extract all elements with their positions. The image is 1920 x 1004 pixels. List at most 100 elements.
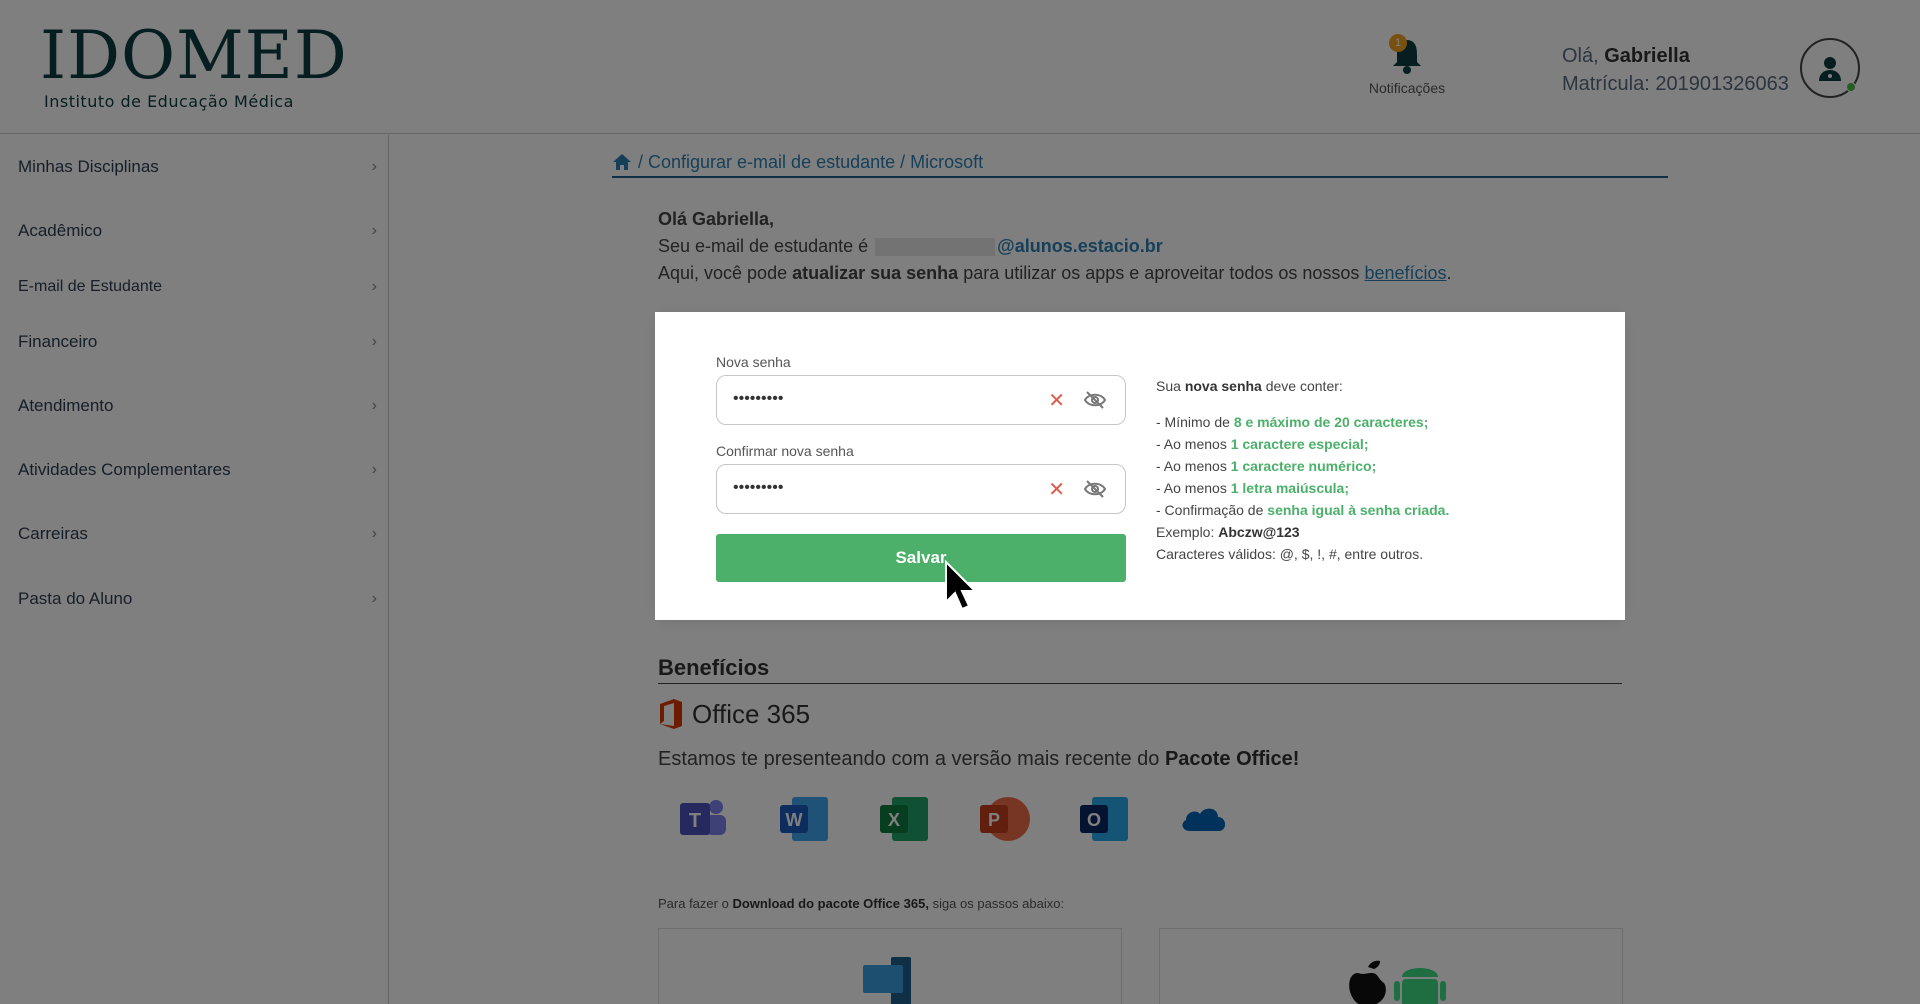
chevron-right-icon: › — [371, 222, 377, 239]
svg-text:W: W — [786, 810, 803, 830]
presente-a: Estamos te presenteando com a versão mai… — [658, 748, 1160, 770]
avatar[interactable] — [1800, 38, 1860, 98]
new-password-label: Nova senha — [716, 354, 791, 370]
new-password-value: ••••••••• — [733, 390, 784, 407]
rule-3-text: - Ao menos — [1156, 458, 1227, 474]
rule-1-text: - Mínimo de — [1156, 414, 1230, 430]
sidebar-item-pasta-aluno[interactable]: Pasta do Aluno › — [0, 579, 389, 619]
confirm-password-input[interactable]: ••••••••• ✕ — [716, 464, 1126, 514]
new-password-input[interactable]: ••••••••• ✕ — [716, 375, 1126, 425]
powerpoint-icon: P — [978, 795, 1030, 843]
clear-icon[interactable]: ✕ — [1048, 477, 1065, 502]
intro-line3-a: Aqui, você pode — [658, 263, 788, 283]
confirm-password-label: Confirmar nova senha — [716, 443, 854, 459]
intro-line3-end: . — [1446, 263, 1452, 283]
chevron-right-icon: › — [371, 590, 377, 607]
example-label: Exemplo: — [1156, 524, 1215, 540]
steps-c: siga os passos abaixo: — [932, 896, 1065, 911]
intro-hello: Olá Gabriella, — [658, 209, 775, 229]
sidebar-item-label: Atendimento — [18, 396, 114, 415]
apple-android-icon — [1349, 960, 1446, 1004]
rule-2-highlight: 1 caractere especial; — [1230, 436, 1369, 452]
rule-3-highlight: 1 caractere numérico; — [1230, 458, 1377, 474]
user-name: Gabriella — [1604, 45, 1690, 67]
rule-4-highlight: 1 letra maiúscula; — [1230, 480, 1349, 496]
intro-line3-b: para utilizar os apps e aproveitar todos… — [963, 263, 1360, 283]
intro-line3-bold: atualizar sua senha — [792, 263, 959, 283]
notification-count-badge: 1 — [1389, 34, 1407, 52]
logo-subtitle: Instituto de Educação Médica — [44, 92, 294, 111]
steps-a: Para fazer o — [658, 896, 729, 911]
notifications-button[interactable]: 1 Notificações — [1362, 32, 1452, 96]
office-apps-row: T W X P O — [678, 795, 1230, 843]
top-header: IDOMED Instituto de Educação Médica 1 No… — [0, 0, 1920, 134]
valid-characters: Caracteres válidos: @, $, !, #, entre ou… — [1156, 546, 1424, 562]
rule-5-highlight: senha igual à senha criada. — [1267, 502, 1450, 518]
sidebar-item-carreiras[interactable]: Carreiras › — [0, 514, 389, 554]
mouse-cursor-icon — [945, 560, 978, 611]
beneficios-link[interactable]: benefícios — [1364, 263, 1446, 283]
greeting-prefix: Olá, — [1562, 45, 1599, 67]
sidebar-item-label: Financeiro — [18, 332, 98, 351]
teams-icon: T — [678, 795, 730, 843]
confirm-password-value: ••••••••• — [733, 479, 784, 496]
rule-1-highlight: 8 e máximo de 20 caracteres; — [1233, 414, 1429, 430]
rules-intro-b: deve conter: — [1265, 378, 1343, 394]
rules-intro-a: Sua — [1156, 378, 1181, 394]
email-username-redacted — [875, 238, 996, 257]
sidebar-item-label: E-mail de Estudante — [18, 278, 163, 295]
user-icon — [1819, 57, 1841, 81]
office-icon — [660, 699, 682, 729]
download-windows-card[interactable] — [658, 928, 1122, 1004]
intro-text: Olá Gabriella, Seu e-mail de estudante é… — [658, 206, 1452, 287]
sidebar-item-atividades-complementares[interactable]: Atividades Complementares › — [0, 450, 389, 490]
sidebar-item-minhas-disciplinas[interactable]: Minhas Disciplinas › — [0, 147, 389, 187]
idomed-logo[interactable]: IDOMED Instituto de Educação Médica — [40, 17, 348, 112]
eye-off-icon[interactable] — [1083, 390, 1107, 410]
password-rules: Sua nova senha deve conter: - Mínimo de … — [1156, 375, 1449, 565]
download-mobile-card[interactable] — [1159, 928, 1623, 1004]
example-value: Abczw@123 — [1218, 524, 1300, 540]
home-icon[interactable] — [612, 152, 632, 172]
download-steps-text: Para fazer o Download do pacote Office 3… — [658, 896, 1064, 911]
sidebar-item-label: Pasta do Aluno — [18, 589, 133, 608]
breadcrumb: / Configurar e-mail de estudante / Micro… — [612, 148, 1668, 178]
chevron-right-icon: › — [371, 397, 377, 414]
presente-text: Estamos te presenteando com a versão mai… — [658, 748, 1299, 771]
sidebar-item-academico[interactable]: Acadêmico › — [0, 211, 389, 251]
rule-2-text: - Ao menos — [1156, 436, 1227, 452]
save-button[interactable]: Salvar — [716, 534, 1126, 582]
office-365-heading: Office 365 — [658, 698, 810, 730]
svg-text:O: O — [1087, 810, 1101, 830]
email-prefix: Seu e-mail de estudante é — [658, 236, 869, 256]
sidebar: Minhas Disciplinas › Acadêmico › E-mail de… — [0, 135, 389, 1004]
eye-off-icon[interactable] — [1083, 479, 1107, 499]
matricula-text: Matrícula: 201901326063 — [1562, 73, 1789, 95]
sidebar-item-atendimento[interactable]: Atendimento › — [0, 386, 389, 426]
sidebar-item-label: Carreiras — [18, 524, 88, 543]
chevron-right-icon: › — [371, 461, 377, 478]
clear-icon[interactable]: ✕ — [1048, 388, 1065, 413]
notifications-label: Notificações — [1368, 80, 1446, 96]
chevron-right-icon: › — [371, 278, 377, 295]
sidebar-item-financeiro[interactable]: Financeiro › — [0, 322, 389, 362]
user-info: Olá, Gabriella Matrícula: 201901326063 — [1562, 42, 1789, 98]
word-icon: W — [778, 795, 830, 843]
sidebar-item-label: Minhas Disciplinas — [18, 157, 159, 176]
rule-4-text: - Ao menos — [1156, 480, 1227, 496]
chevron-right-icon: › — [371, 333, 377, 350]
sidebar-item-email-estudante[interactable]: E-mail de Estudante › — [0, 267, 389, 307]
chevron-right-icon: › — [371, 525, 377, 542]
rules-intro-bold: nova senha — [1184, 378, 1262, 394]
onedrive-icon — [1178, 795, 1230, 843]
outlook-icon: O — [1078, 795, 1130, 843]
email-domain: @alunos.estacio.br — [997, 236, 1163, 256]
svg-text:X: X — [888, 810, 900, 830]
password-form-card: Nova senha ••••••••• ✕ Confirmar nova se… — [657, 314, 1623, 618]
chevron-right-icon: › — [371, 158, 377, 175]
steps-b: Download do pacote Office 365, — [732, 896, 929, 911]
logo-text: IDOMED — [40, 17, 348, 94]
presente-b: Pacote Office! — [1164, 748, 1300, 770]
sidebar-item-label: Atividades Complementares — [18, 460, 231, 479]
breadcrumb-path[interactable]: / Configurar e-mail de estudante / Micro… — [638, 152, 983, 173]
